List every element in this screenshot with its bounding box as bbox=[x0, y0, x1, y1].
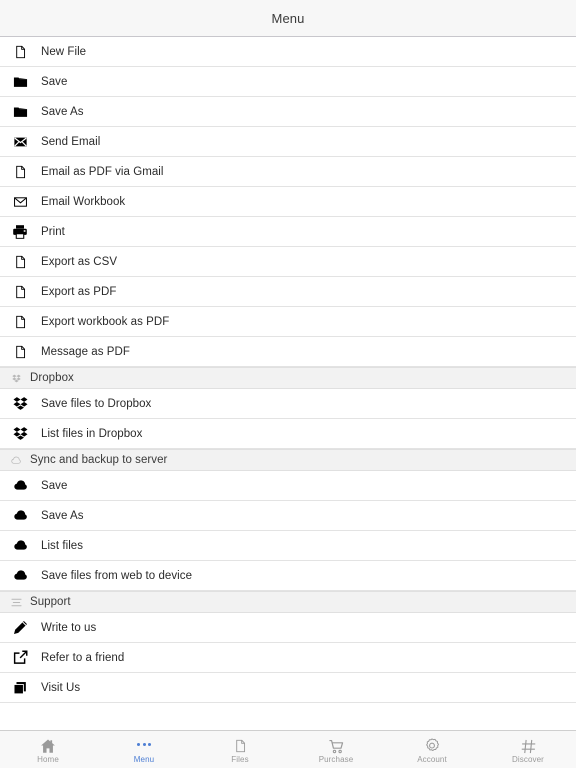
dots-icon bbox=[137, 735, 151, 754]
cloud-filled-icon bbox=[8, 535, 32, 557]
tab-label: Discover bbox=[512, 754, 544, 764]
list-empty-space bbox=[0, 703, 576, 704]
tab-label: Purchase bbox=[318, 754, 354, 764]
tab-menu[interactable]: Menu bbox=[96, 731, 192, 768]
folder-icon bbox=[8, 71, 32, 93]
cart-icon bbox=[328, 735, 344, 754]
share-icon bbox=[8, 647, 32, 669]
cloud-filled-icon bbox=[8, 565, 32, 587]
menu-item-refer-to-a-friend[interactable]: Refer to a friend bbox=[0, 643, 576, 673]
menu-item-save-as[interactable]: Save As bbox=[0, 97, 576, 127]
menu-item-export-as-csv[interactable]: Export as CSV bbox=[0, 247, 576, 277]
cloud-outline-icon bbox=[9, 453, 23, 467]
menu-item-visit-us[interactable]: Visit Us bbox=[0, 673, 576, 703]
menu-item-label: Email Workbook bbox=[41, 195, 126, 208]
stacked-squares-icon bbox=[8, 677, 32, 699]
section-header-sync-and-backup-to-server: Sync and backup to server bbox=[0, 449, 576, 471]
tab-label: Account bbox=[417, 754, 447, 764]
menu-item-print[interactable]: Print bbox=[0, 217, 576, 247]
menu-item-save[interactable]: Save bbox=[0, 67, 576, 97]
tab-purchase[interactable]: Purchase bbox=[288, 731, 384, 768]
envelope-filled-icon bbox=[8, 131, 32, 153]
tab-discover[interactable]: Discover bbox=[480, 731, 576, 768]
gear-icon bbox=[424, 735, 440, 754]
section-header-support: Support bbox=[0, 591, 576, 613]
menu-item-label: Save As bbox=[41, 105, 84, 118]
menu-item-label: Save files to Dropbox bbox=[41, 397, 152, 410]
menu-item-send-email[interactable]: Send Email bbox=[0, 127, 576, 157]
menu-item-write-to-us[interactable]: Write to us bbox=[0, 613, 576, 643]
printer-icon bbox=[8, 221, 32, 243]
menu-item-label: Save As bbox=[41, 509, 84, 522]
menu-item-label: Print bbox=[41, 225, 65, 238]
menu-item-label: Save bbox=[41, 75, 68, 88]
file-icon bbox=[8, 251, 32, 273]
tab-account[interactable]: Account bbox=[384, 731, 480, 768]
menu-item-new-file[interactable]: New File bbox=[0, 37, 576, 67]
menu-item-list-files-in-dropbox[interactable]: List files in Dropbox bbox=[0, 419, 576, 449]
pencil-icon bbox=[8, 617, 32, 639]
menu-item-email-workbook[interactable]: Email Workbook bbox=[0, 187, 576, 217]
menu-item-export-as-pdf[interactable]: Export as PDF bbox=[0, 277, 576, 307]
menu-item-label: Message as PDF bbox=[41, 345, 130, 358]
hash-icon bbox=[521, 735, 536, 754]
menu-item-label: Save bbox=[41, 479, 68, 492]
tab-label: Files bbox=[231, 754, 249, 764]
menu-screen: Menu New File Save Save As Send Email Email … bbox=[0, 0, 576, 768]
menu-item-label: Export as CSV bbox=[41, 255, 118, 268]
section-header-label: Sync and backup to server bbox=[30, 454, 168, 466]
section-header-label: Dropbox bbox=[30, 372, 74, 384]
file-icon bbox=[8, 41, 32, 63]
tab-bar: Home Menu Files Purchase Account Discover bbox=[0, 730, 576, 768]
menu-item-label: Save files from web to device bbox=[41, 569, 193, 582]
dropbox-small-icon bbox=[9, 371, 23, 385]
menu-item-label: Export workbook as PDF bbox=[41, 315, 170, 328]
menu-item-label: Write to us bbox=[41, 621, 97, 634]
tab-label: Home bbox=[37, 754, 59, 764]
cloud-filled-icon bbox=[8, 505, 32, 527]
menu-list: New File Save Save As Send Email Email as PD… bbox=[0, 37, 576, 730]
menu-item-label: Visit Us bbox=[41, 681, 81, 694]
file-icon bbox=[8, 161, 32, 183]
file-icon bbox=[8, 341, 32, 363]
dropbox-icon bbox=[8, 423, 32, 445]
menu-item-label: Export as PDF bbox=[41, 285, 117, 298]
home-icon bbox=[40, 735, 56, 754]
menu-item-save-files-to-dropbox[interactable]: Save files to Dropbox bbox=[0, 389, 576, 419]
cloud-filled-icon bbox=[8, 475, 32, 497]
menu-item-label: Refer to a friend bbox=[41, 651, 125, 664]
tab-home[interactable]: Home bbox=[0, 731, 96, 768]
menu-item-label: List files in Dropbox bbox=[41, 427, 143, 440]
menu-item-export-workbook-as-pdf[interactable]: Export workbook as PDF bbox=[0, 307, 576, 337]
menu-item-email-as-pdf-via-gmail[interactable]: Email as PDF via Gmail bbox=[0, 157, 576, 187]
navigation-bar: Menu bbox=[0, 0, 576, 37]
dropbox-icon bbox=[8, 393, 32, 415]
section-header-label: Support bbox=[30, 596, 71, 608]
section-header-dropbox: Dropbox bbox=[0, 367, 576, 389]
envelope-outline-icon bbox=[8, 191, 32, 213]
file-icon bbox=[8, 311, 32, 333]
menu-item-list-files[interactable]: List files bbox=[0, 531, 576, 561]
tab-label: Menu bbox=[133, 754, 155, 764]
menu-item-label: List files bbox=[41, 539, 84, 552]
menu-item-label: New File bbox=[41, 45, 87, 58]
file-icon bbox=[234, 735, 247, 754]
folder-icon bbox=[8, 101, 32, 123]
menu-item-message-as-pdf[interactable]: Message as PDF bbox=[0, 337, 576, 367]
tab-files[interactable]: Files bbox=[192, 731, 288, 768]
lines-icon bbox=[9, 595, 23, 609]
menu-item-save-as[interactable]: Save As bbox=[0, 501, 576, 531]
menu-item-label: Email as PDF via Gmail bbox=[41, 165, 164, 178]
menu-item-label: Send Email bbox=[41, 135, 101, 148]
file-icon bbox=[8, 281, 32, 303]
page-title: Menu bbox=[271, 10, 305, 26]
menu-item-save[interactable]: Save bbox=[0, 471, 576, 501]
menu-item-save-files-from-web-to-device[interactable]: Save files from web to device bbox=[0, 561, 576, 591]
